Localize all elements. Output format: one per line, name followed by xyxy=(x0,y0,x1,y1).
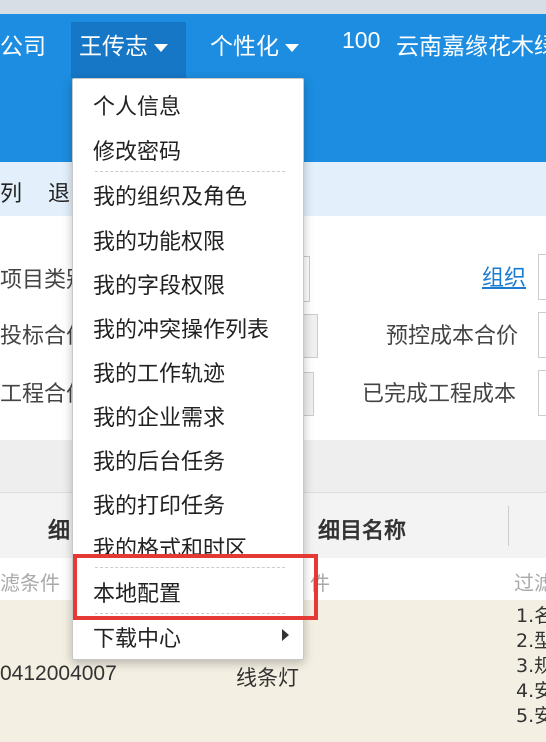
company-code: 100 xyxy=(342,27,381,53)
company-menu-fragment[interactable]: 公司 xyxy=(0,27,46,61)
note-line: 2.型 xyxy=(516,630,546,652)
organization-link[interactable]: 组织 xyxy=(482,260,526,292)
highlight-box xyxy=(73,554,318,620)
chevron-down-icon xyxy=(285,43,299,52)
chevron-down-icon xyxy=(154,43,168,52)
completed-cost-label: 已完成工程成本 xyxy=(362,382,517,407)
menu-item-my-work-trace[interactable]: 我的工作轨迹 xyxy=(93,356,225,388)
user-name: 王传志 xyxy=(79,34,148,60)
personalize-label: 个性化 xyxy=(210,34,279,60)
menu-item-my-field-permissions[interactable]: 我的字段权限 xyxy=(93,268,225,300)
toolbar-item-list[interactable]: 列 xyxy=(0,176,22,208)
note-line: 3.规 xyxy=(516,655,546,677)
organization-input[interactable] xyxy=(538,254,546,300)
window-top-strip xyxy=(0,0,546,14)
note-line: 5.安 xyxy=(516,705,546,727)
menu-item-my-enterprise-needs[interactable]: 我的企业需求 xyxy=(93,400,225,432)
completed-cost-input[interactable] xyxy=(538,370,546,416)
toolbar-item-back[interactable]: 退 xyxy=(48,176,70,208)
budget-cost-label: 预控成本合价 xyxy=(386,324,519,349)
personalize-menu[interactable]: 个性化 xyxy=(210,27,299,61)
menu-divider xyxy=(95,171,285,172)
column-divider[interactable] xyxy=(508,506,509,546)
cell-detail-code: 0412004007 xyxy=(0,662,117,685)
note-line: 4.安 xyxy=(516,680,546,702)
menu-item-download-center[interactable]: 下载中心 xyxy=(93,621,181,653)
menu-item-personal-info[interactable]: 个人信息 xyxy=(93,89,181,121)
filter-input-notes[interactable]: 过滤 xyxy=(514,567,546,596)
chevron-right-icon xyxy=(282,629,289,641)
column-header-detail-name[interactable]: 细目名称 xyxy=(318,513,406,545)
menu-item-my-org-roles[interactable]: 我的组织及角色 xyxy=(93,179,247,211)
menu-item-my-background-tasks[interactable]: 我的后台任务 xyxy=(93,444,225,476)
filter-input-code[interactable]: 滤条件 xyxy=(0,567,60,596)
user-menu-label[interactable]: 王传志 xyxy=(79,27,168,61)
menu-item-my-print-tasks[interactable]: 我的打印任务 xyxy=(93,488,225,520)
cell-detail-name: 线条灯 xyxy=(236,666,299,690)
company-name[interactable]: 云南嘉缘花木绿 xyxy=(396,27,546,61)
menu-item-my-conflict-operations[interactable]: 我的冲突操作列表 xyxy=(93,312,269,344)
note-line: 1.名 xyxy=(516,605,546,627)
budget-cost-input[interactable] xyxy=(538,312,546,358)
menu-item-my-function-permissions[interactable]: 我的功能权限 xyxy=(93,224,225,256)
menu-item-change-password[interactable]: 修改密码 xyxy=(93,134,181,166)
cell-notes: 1.名 2.型 3.规 4.安 5.安 xyxy=(516,604,546,729)
